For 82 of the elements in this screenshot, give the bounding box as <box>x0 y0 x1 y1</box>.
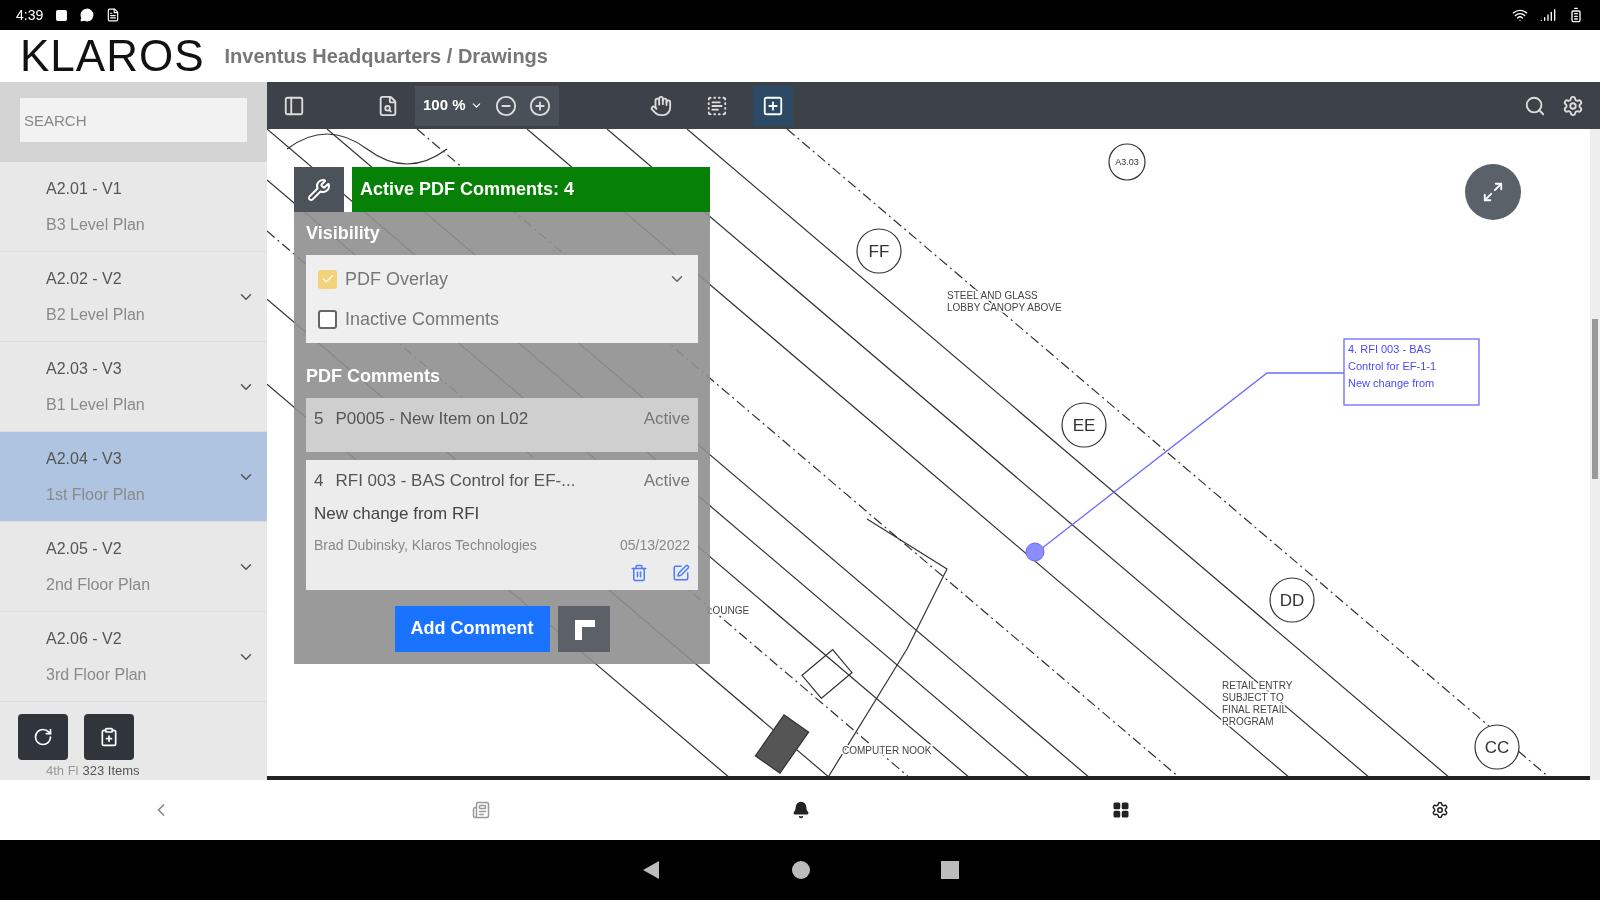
check-icon <box>320 272 335 286</box>
logo: KLAROS <box>20 34 205 78</box>
option-label: PDF Overlay <box>345 267 450 291</box>
expand-icon <box>1482 181 1504 203</box>
markup-pin[interactable] <box>1025 542 1045 562</box>
settings-icon[interactable] <box>1562 94 1584 117</box>
drawing-title: 1st Floor Plan <box>46 484 146 505</box>
drawing-note: STEEL AND GLASS LOBBY CANOPY ABOVE <box>947 290 1062 313</box>
settings-icon[interactable] <box>1431 801 1450 819</box>
notification-icon <box>55 8 69 22</box>
option-label: Inactive Comments <box>345 307 501 331</box>
signal-icon <box>1540 7 1556 23</box>
wifi-icon <box>1512 7 1528 23</box>
fullscreen-button[interactable] <box>1465 164 1521 220</box>
battery-icon <box>1568 7 1584 23</box>
tools-button[interactable] <box>294 167 344 212</box>
grid-icon[interactable] <box>1111 801 1130 819</box>
status-time: 4:39 <box>16 5 44 25</box>
nav-home-icon[interactable] <box>791 860 811 880</box>
drawing-title: B2 Level Plan <box>46 304 146 325</box>
zoom-in-icon[interactable] <box>528 94 551 117</box>
comment-body: New change from RFI <box>314 503 481 525</box>
refresh-icon <box>33 727 53 747</box>
zoom-out-icon[interactable] <box>494 94 517 117</box>
comment-title: P0005 - New Item on L02 <box>335 408 530 430</box>
breadcrumb[interactable]: Inventus Headquarters / Drawings <box>224 41 548 71</box>
comment-status: Active <box>643 408 690 430</box>
section-heading: PDF Comments <box>306 365 441 388</box>
sidebar-toggle-icon[interactable] <box>283 94 305 117</box>
grid-bubble: FF <box>856 228 902 274</box>
wrench-icon <box>307 177 331 202</box>
search-icon[interactable] <box>1524 94 1546 117</box>
drawing-list-item[interactable]: A2.04 - V3 1st Floor Plan <box>0 432 267 522</box>
comment-status: Active <box>643 469 690 492</box>
hand-icon <box>649 94 672 117</box>
comment-card[interactable]: 5 P0005 - New Item on L02 Active <box>306 398 698 452</box>
comment-number: 4 <box>314 469 324 492</box>
grid-bubble: A3.03 <box>1108 143 1146 181</box>
corner-tool-button[interactable] <box>557 605 610 652</box>
tool-button[interactable] <box>752 85 793 126</box>
comment-number: 5 <box>314 408 324 430</box>
refresh-button[interactable] <box>18 714 68 760</box>
document-icon[interactable] <box>472 801 491 819</box>
grid-bubble: CC <box>1474 724 1520 770</box>
checkbox[interactable] <box>318 269 337 289</box>
markup-note[interactable]: 4. RFI 003 - BAS Control for EF-1-1 New change from <box>1343 338 1480 406</box>
edit-icon[interactable] <box>672 563 690 582</box>
clipboard-icon <box>99 727 119 747</box>
comment-author: Brad Dubinsky, Klaros Technologies <box>314 535 537 555</box>
panel-title: Active PDF Comments: 4 <box>352 167 710 212</box>
drawing-code: A2.02 - V2 <box>46 268 123 289</box>
drawing-title: B1 Level Plan <box>46 394 146 415</box>
drawing-note: LOUNGE <box>707 605 750 616</box>
item-count: 323 Items <box>82 761 140 780</box>
drawing-title: 4th Fl <box>46 761 79 780</box>
section-heading: Visibility <box>306 222 381 245</box>
delete-icon[interactable] <box>630 563 648 582</box>
grid-bubble: DD <box>1269 577 1315 623</box>
drawing-code: A2.04 - V3 <box>46 448 123 469</box>
drawing-code: A2.05 - V2 <box>46 538 123 559</box>
comment-card[interactable]: 4 RFI 003 - BAS Control for EF-... Active New change from RFI Brad Dubinsky, Klaros Technologies 05/13/2022 <box>306 459 698 590</box>
checkbox[interactable] <box>318 309 337 329</box>
document-icon <box>106 8 121 22</box>
file-search-icon[interactable] <box>377 94 399 117</box>
comment-date: 05/13/2022 <box>619 535 690 555</box>
add-comment-button[interactable]: Add Comment <box>394 605 550 652</box>
comment-title: RFI 003 - BAS Control for EF-... <box>335 469 577 492</box>
nav-back-icon[interactable] <box>641 860 661 880</box>
search-field[interactable]: SEARCH <box>20 98 247 142</box>
chat-icon <box>80 8 95 22</box>
drawing-code: A2.01 - V1 <box>46 178 123 199</box>
drawing-title: 2nd Floor Plan <box>46 574 152 595</box>
corner-icon <box>572 617 595 640</box>
drawing-title: B3 Level Plan <box>46 214 146 235</box>
grid-bubble: EE <box>1061 402 1107 448</box>
drawing-code: A2.03 - V3 <box>46 358 123 379</box>
markup-square-icon <box>761 94 784 117</box>
clipboard-button[interactable] <box>84 714 134 760</box>
bell-icon[interactable] <box>792 801 810 819</box>
text-select-icon <box>705 94 728 117</box>
drawing-code: A2.06 - V2 <box>46 628 123 649</box>
drawing-title: 3rd Floor Plan <box>46 664 148 685</box>
